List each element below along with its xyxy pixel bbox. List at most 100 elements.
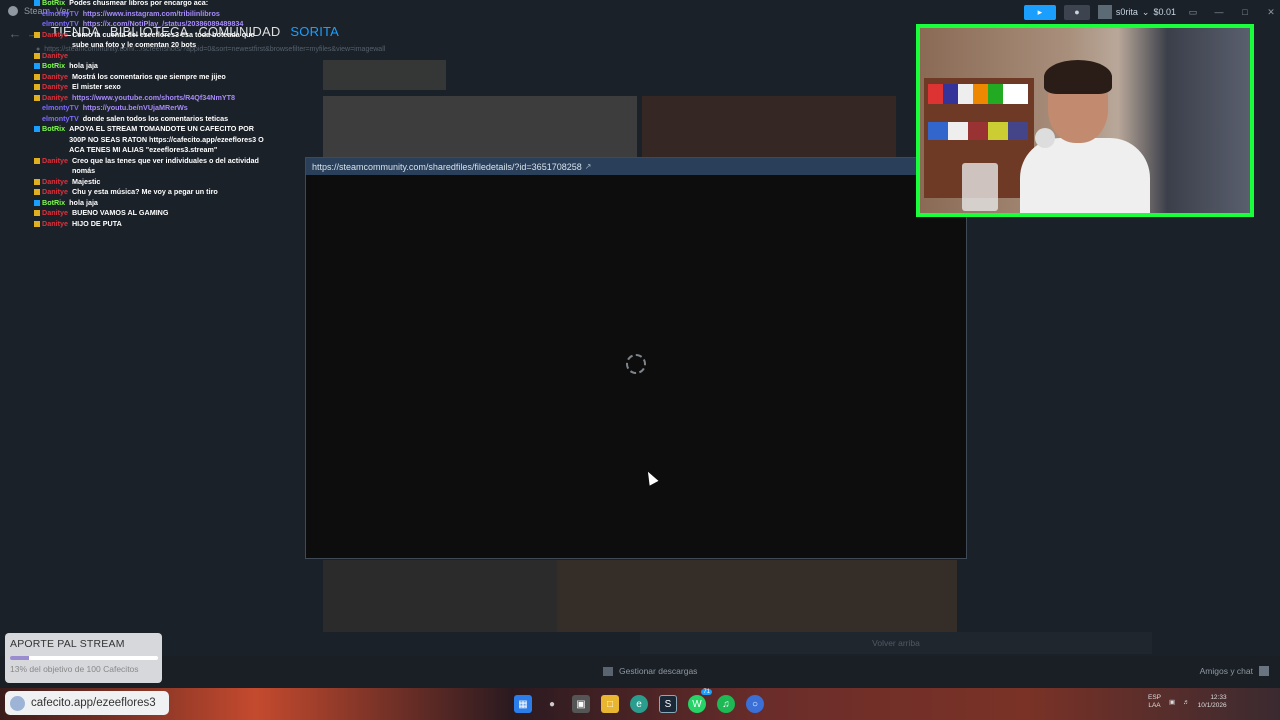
spotify-icon[interactable]: ♫: [717, 695, 735, 713]
chat-username: elmontyTV: [42, 103, 79, 112]
chat-badge-icon: [34, 210, 40, 216]
steam-app-icon[interactable]: S: [659, 695, 677, 713]
chat-username: BotRix: [42, 61, 66, 70]
chat-username: elmontyTV: [42, 19, 79, 28]
chat-text: APOYA EL STREAM TOMANDOTE UN CAFECITO PO…: [69, 124, 264, 154]
chat-badge-icon: [34, 84, 40, 90]
minimize-icon[interactable]: —: [1210, 7, 1228, 17]
chat-badge-icon: [34, 126, 40, 132]
steam-logo-icon: [8, 6, 18, 16]
manage-downloads-button[interactable]: Gestionar descargas: [603, 666, 697, 676]
chat-username: Danitye: [42, 50, 68, 60]
chat-badge-icon: [34, 105, 40, 111]
volume-icon[interactable]: ♬: [1183, 699, 1190, 706]
chat-text: https://x.com/NotiPlay_/status/203860894…: [82, 19, 244, 28]
chat-text: hola jaja: [69, 61, 98, 70]
donation-progress-bar: [10, 656, 158, 660]
friends-chat-button[interactable]: Amigos y chat: [1200, 666, 1269, 676]
chat-username: Danitye: [42, 92, 68, 102]
screenshot-viewer-modal: https://steamcommunity.com/sharedfiles/f…: [305, 157, 967, 559]
megaphone-icon: ▸: [1037, 6, 1043, 17]
manage-downloads-label: Gestionar descargas: [619, 666, 698, 676]
screenshot-thumb[interactable]: [323, 560, 557, 632]
chat-text: https://www.instagram.com/tribilinlibros: [82, 8, 220, 18]
avatar: [1097, 5, 1112, 19]
screenshot-thumb[interactable]: [323, 96, 637, 158]
search-icon[interactable]: ●: [543, 695, 561, 713]
windows-start-icon[interactable]: ▦: [514, 695, 532, 713]
chat-badge-icon: [34, 116, 40, 122]
chat-message: Danitye Mostrá los comentarios que siempr…: [34, 72, 264, 83]
chat-message: BotRix Podes chusmear libros por encargo …: [34, 0, 264, 9]
chat-badge-icon: [34, 52, 40, 59]
chat-message: elmontyTV https://x.com/NotiPlay_/status/…: [34, 19, 264, 30]
chat-text: https://www.youtube.com/shorts/R4Qf34NmY…: [71, 92, 236, 102]
announcements-button[interactable]: ▸: [1023, 4, 1056, 20]
chat-username: Danitye: [42, 82, 68, 91]
chat-badge-icon: [34, 21, 40, 27]
microphone: [1035, 128, 1055, 148]
cafecito-logo-icon: [10, 695, 25, 711]
chat-username: Danitye: [42, 71, 68, 81]
donation-subtitle: 13% del objetivo de 100 Cafecitos: [10, 664, 139, 674]
notifications-button[interactable]: ●: [1063, 4, 1090, 20]
edge-browser-icon[interactable]: e: [630, 695, 648, 713]
maximize-icon[interactable]: □: [1236, 7, 1254, 17]
account-menu[interactable]: s0rita ⌄ $0.01: [1097, 5, 1176, 19]
chat-username: elmontyTV: [42, 113, 79, 123]
chat-text: Chu y esta música? Me voy a pegar un tir…: [71, 187, 218, 196]
chat-text: Mostrá los comentarios que siempre me ji…: [71, 71, 226, 81]
close-icon[interactable]: ✕: [1262, 7, 1280, 18]
chat-text: Creo que las tenes que ver individuales …: [71, 155, 259, 176]
chat-badge-icon: [34, 189, 40, 195]
windows-taskbar: cafecito.app/ezeeflores3 ▦ ● ▣ □ e S W 71…: [0, 688, 1280, 720]
chat-text: Majestic: [71, 176, 101, 186]
chat-username: Danitye: [42, 218, 68, 228]
chat-badge-icon: [34, 11, 40, 17]
language-indicator[interactable]: ESP LAA: [1148, 694, 1161, 710]
download-icon: [603, 666, 613, 676]
whatsapp-icon[interactable]: W 71: [688, 689, 712, 713]
chat-message: BotRix APOYA EL STREAM TOMANDOTE UN CAFEC…: [34, 124, 264, 156]
modal-header: https://steamcommunity.com/sharedfiles/f…: [306, 158, 966, 175]
cup: [962, 163, 998, 211]
chat-badge-icon: [34, 63, 40, 69]
back-arrow-icon[interactable]: ←: [6, 26, 24, 41]
cafecito-link: cafecito.app/ezeeflores3: [31, 697, 156, 709]
chat-message: Danitye BUENO VAMOS AL GAMING: [34, 208, 264, 219]
file-explorer-icon[interactable]: □: [601, 695, 619, 713]
chat-badge-icon: [34, 94, 40, 101]
modal-url[interactable]: https://steamcommunity.com/sharedfiles/f…: [312, 162, 582, 172]
chat-text: donde salen todos los comentarios tetica…: [82, 113, 229, 123]
chat-text: Podes chusmear libros por encargo aca:: [69, 0, 209, 7]
chevron-down-icon: ⌄: [1141, 6, 1150, 17]
chat-username: Danitye: [42, 176, 68, 186]
screenshot-thumb[interactable]: [323, 60, 446, 90]
screenshot-thumb[interactable]: [642, 96, 896, 158]
unread-badge: 71: [701, 689, 712, 695]
chat-text: BUENO VAMOS AL GAMING: [71, 208, 169, 217]
app-icon[interactable]: ○: [746, 695, 764, 713]
chat-badge-icon: [34, 73, 40, 80]
network-icon[interactable]: ▣: [1169, 698, 1175, 706]
external-link-icon[interactable]: ↗: [585, 162, 592, 171]
chat-text: https://youtu.be/nVUjaMRerWs: [82, 103, 188, 112]
task-view-icon[interactable]: ▣: [572, 695, 590, 713]
tab-profile[interactable]: SORITA: [290, 24, 339, 39]
clock[interactable]: 12:33 10/1/2026: [1198, 694, 1227, 710]
friends-chat-label: Amigos y chat: [1199, 666, 1253, 676]
chat-badge-icon: [34, 199, 40, 206]
big-picture-icon[interactable]: ▭: [1184, 7, 1202, 18]
donation-widget: APORTE PAL STREAM 13% del objetivo de 10…: [5, 633, 162, 683]
chat-username: Danitye: [42, 187, 68, 196]
bell-icon: ●: [1074, 7, 1080, 17]
chat-badge-icon: [34, 31, 40, 38]
chat-message: Danitye El mister sexo: [34, 82, 264, 93]
chat-badge-icon: [34, 178, 40, 185]
webcam-overlay: [916, 24, 1254, 217]
back-to-top-button[interactable]: Volver arriba: [640, 632, 1152, 654]
donation-title: APORTE PAL STREAM: [10, 638, 125, 650]
chat-message: Danitye HIJO DE PUTA: [34, 219, 264, 230]
screenshot-thumb[interactable]: [557, 560, 957, 632]
chat-text: hola jaja: [69, 197, 98, 207]
